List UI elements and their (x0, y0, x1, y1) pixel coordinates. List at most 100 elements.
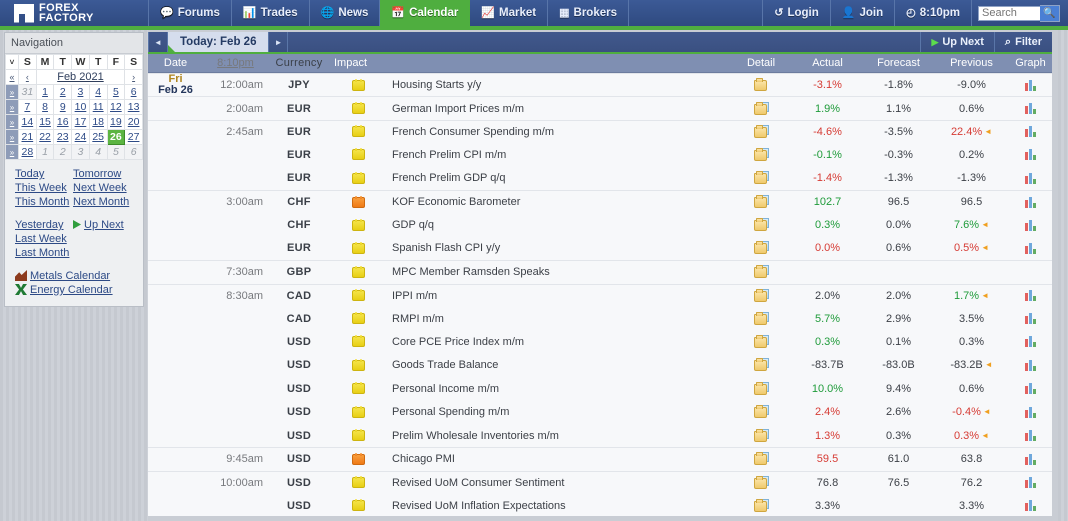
impact-icon-med[interactable] (351, 452, 365, 465)
folder-doc-icon[interactable] (754, 171, 769, 185)
table-row[interactable]: USD Revised UoM Inflation Expectations 3.3… (148, 494, 1052, 516)
calendar-day[interactable]: 5 (106, 144, 126, 160)
table-row[interactable]: 10:00am USD Revised UoM Consumer Sentiment… (148, 470, 1052, 494)
calendar-day[interactable]: 13 (124, 99, 143, 115)
row-event-title[interactable]: Chicago PMI (386, 453, 730, 465)
table-row[interactable]: USD Core PCE Price Index m/m 0.3% 0.1% 0.3% (148, 330, 1052, 353)
folder-icon[interactable] (754, 78, 768, 92)
graph-icon[interactable] (1025, 219, 1036, 231)
folder-doc-icon[interactable] (754, 475, 769, 489)
calendar-day[interactable]: 2 (53, 84, 73, 100)
nav-tab-trades[interactable]: 📊 Trades (232, 0, 310, 26)
row-event-title[interactable]: Core PCE Price Index m/m (386, 336, 730, 348)
calendar-day[interactable]: 2 (53, 144, 73, 160)
folder-doc-icon[interactable] (754, 428, 769, 442)
site-logo[interactable]: FOREX FACTORY (0, 0, 148, 26)
graph-icon[interactable] (1025, 406, 1036, 418)
folder-doc-icon[interactable] (754, 241, 769, 255)
calendar-day[interactable]: 28 (18, 144, 37, 160)
calendar-week-toggle[interactable]: ˅ (5, 54, 19, 70)
graph-icon[interactable] (1025, 242, 1036, 254)
next-day-button[interactable]: ► (268, 32, 289, 52)
calendar-day-today[interactable]: 26 (106, 129, 126, 145)
week-jump-button[interactable]: » (5, 114, 19, 130)
impact-icon-low[interactable] (351, 171, 365, 184)
link-metals-calendar[interactable]: Metals Calendar (30, 270, 110, 282)
impact-icon-low[interactable] (351, 289, 365, 302)
calendar-day[interactable]: 3 (71, 84, 90, 100)
folder-doc-icon[interactable] (754, 381, 769, 395)
row-event-title[interactable]: Personal Income m/m (386, 383, 730, 395)
today-tab[interactable]: Today: Feb 26 (168, 32, 269, 52)
row-event-title[interactable]: Prelim Wholesale Inventories m/m (386, 430, 730, 442)
calendar-day[interactable]: 16 (53, 114, 73, 130)
nav-tab-news[interactable]: 🌐 News (310, 0, 381, 26)
table-row[interactable]: 2:45am EUR French Consumer Spending m/m -4.… (148, 119, 1052, 143)
table-row[interactable]: Fri Feb 26 12:00am JPY Housing Starts y/y -3.… (148, 73, 1052, 96)
impact-icon-low[interactable] (351, 241, 365, 254)
search-button[interactable]: 🔍 (1040, 4, 1060, 22)
calendar-day[interactable]: 31 (18, 84, 37, 100)
filter-button[interactable]: ⌕ Filter (993, 32, 1052, 52)
folder-doc-icon[interactable] (754, 195, 769, 209)
calendar-day[interactable]: 1 (35, 144, 55, 160)
impact-icon-low[interactable] (351, 335, 365, 348)
calendar-day[interactable]: 25 (88, 129, 108, 145)
link-up-next[interactable]: Up Next (84, 219, 124, 231)
impact-icon-low[interactable] (351, 218, 365, 231)
nav-tab-forums[interactable]: 💬 Forums (148, 0, 232, 26)
table-row[interactable]: CHF GDP q/q 0.3% 0.0% 7.6% ◄ (148, 213, 1052, 236)
calendar-day[interactable]: 11 (88, 99, 108, 115)
folder-doc-icon[interactable] (754, 311, 769, 325)
week-jump-button[interactable]: » (5, 129, 19, 145)
calendar-day[interactable]: 23 (53, 129, 73, 145)
nav-tab-calendar[interactable]: 📅 Calendar (380, 0, 471, 26)
row-event-title[interactable]: MPC Member Ramsden Speaks (386, 266, 730, 278)
nav-tab-brokers[interactable]: ▦ Brokers (548, 0, 629, 26)
folder-doc-icon[interactable] (754, 218, 769, 232)
calendar-day[interactable]: 10 (71, 99, 90, 115)
row-event-title[interactable]: KOF Economic Barometer (386, 196, 730, 208)
impact-icon-low[interactable] (351, 476, 365, 489)
impact-icon-low[interactable] (351, 265, 365, 278)
folder-doc-icon[interactable] (754, 334, 769, 348)
calendar-day[interactable]: 19 (106, 114, 126, 130)
calendar-day[interactable]: 17 (71, 114, 90, 130)
calendar-day[interactable]: 22 (35, 129, 55, 145)
table-row[interactable]: EUR French Prelim CPI m/m -0.1% -0.3% 0.2% (148, 143, 1052, 166)
link-yesterday[interactable]: Yesterday (15, 219, 64, 231)
table-row[interactable]: USD Prelim Wholesale Inventories m/m 1.3% 0… (148, 424, 1052, 447)
row-event-title[interactable]: Personal Spending m/m (386, 406, 730, 418)
up-next-button[interactable]: ▶ Up Next (920, 32, 993, 52)
table-row[interactable]: 7:30am GBP MPC Member Ramsden Speaks (148, 260, 1052, 283)
calendar-day[interactable]: 18 (88, 114, 108, 130)
row-event-title[interactable]: French Prelim GDP q/q (386, 172, 730, 184)
calendar-day[interactable]: 27 (124, 129, 143, 145)
folder-doc-icon[interactable] (754, 452, 769, 466)
row-event-title[interactable]: Revised UoM Inflation Expectations (386, 500, 730, 512)
table-row[interactable]: EUR Spanish Flash CPI y/y 0.0% 0.6% 0.5% ◄ (148, 237, 1052, 260)
row-event-title[interactable]: Goods Trade Balance (386, 359, 730, 371)
login-button[interactable]: ↺ Login (762, 0, 831, 26)
impact-icon-low[interactable] (351, 102, 365, 115)
folder-doc-icon[interactable] (754, 358, 769, 372)
table-row[interactable]: CAD RMPI m/m 5.7% 2.9% 3.5% (148, 307, 1052, 330)
calendar-day[interactable]: 6 (124, 144, 143, 160)
row-event-title[interactable]: German Import Prices m/m (386, 103, 730, 115)
row-event-title[interactable]: French Consumer Spending m/m (386, 126, 730, 138)
folder-doc-icon[interactable] (754, 498, 769, 512)
link-next-month[interactable]: Next Month (73, 196, 129, 208)
next-month-button[interactable]: › (124, 69, 143, 85)
row-event-title[interactable]: Spanish Flash CPI y/y (386, 242, 730, 254)
table-row[interactable]: USD Goods Trade Balance -83.7B -83.0B -83.2B… (148, 354, 1052, 377)
header-time[interactable]: 8:10pm (203, 57, 268, 69)
row-event-title[interactable]: French Prelim CPI m/m (386, 149, 730, 161)
link-this-month[interactable]: This Month (15, 196, 69, 208)
impact-icon-med[interactable] (351, 195, 365, 208)
folder-doc-icon[interactable] (754, 405, 769, 419)
table-row[interactable]: 8:30am CAD IPPI m/m 2.0% 2.0% 1.7% ◄ (148, 283, 1052, 307)
graph-icon[interactable] (1025, 336, 1036, 348)
table-row[interactable]: EUR French Prelim GDP q/q -1.4% -1.3% -1.3% (148, 167, 1052, 190)
table-row[interactable]: USD Personal Spending m/m 2.4% 2.6% -0.4% ◄ (148, 400, 1052, 423)
calendar-day[interactable]: 15 (35, 114, 55, 130)
